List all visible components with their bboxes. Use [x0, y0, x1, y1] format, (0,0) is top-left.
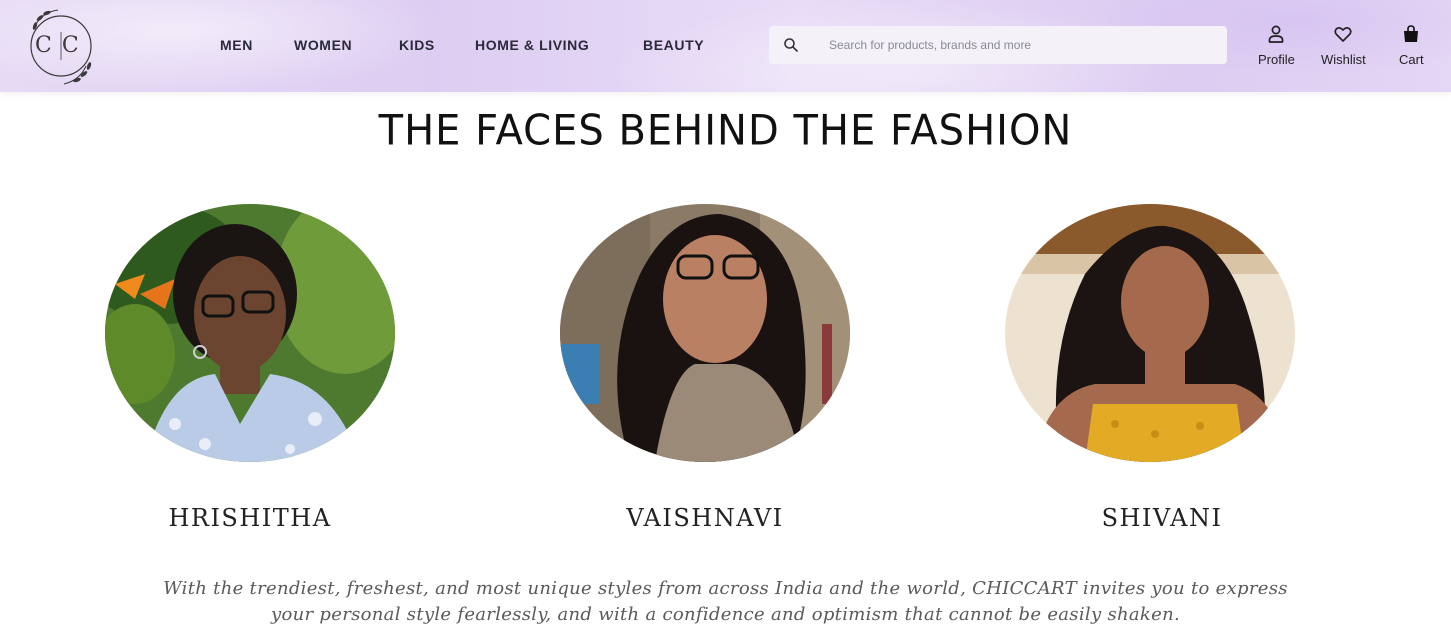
search-input[interactable]	[829, 26, 1219, 64]
brand-logo[interactable]: CC	[16, 4, 106, 88]
team-member-photo	[560, 204, 850, 462]
user-icon	[1266, 24, 1286, 49]
wishlist-button[interactable]: Wishlist	[1321, 24, 1366, 67]
team-member-card	[555, 204, 855, 462]
nav-men[interactable]: MEN	[220, 37, 253, 53]
team-member-name: VAISHNAVI	[626, 504, 784, 532]
team-member-name: SHIVANI	[1101, 504, 1223, 532]
bag-icon	[1401, 24, 1421, 49]
cart-label: Cart	[1399, 52, 1424, 67]
profile-button[interactable]: Profile	[1258, 24, 1295, 67]
page-title: THE FACES BEHIND THE FASHION	[378, 106, 1073, 156]
team-member-photo	[1005, 204, 1295, 462]
tagline-line-1: With the trendiest, freshest, and most u…	[163, 578, 1288, 599]
logo-text: CC	[35, 33, 89, 58]
profile-label: Profile	[1258, 52, 1295, 67]
team-member-card	[100, 204, 400, 462]
search-bar[interactable]	[769, 26, 1227, 64]
team-member-name: HRISHITHA	[168, 504, 332, 532]
tagline-line-2: your personal style fearlessly, and with…	[271, 604, 1180, 625]
team-member-photo	[105, 204, 395, 462]
brand-tagline: With the trendiest, freshest, and most u…	[100, 576, 1351, 628]
nav-kids[interactable]: KIDS	[399, 37, 435, 53]
site-header: CC MEN WOMEN KIDS HOME & LIVING BEAUTY P…	[0, 0, 1451, 92]
nav-home-living[interactable]: HOME & LIVING	[475, 37, 589, 53]
wishlist-label: Wishlist	[1321, 52, 1366, 67]
search-icon[interactable]	[783, 37, 799, 53]
team-member-card	[1000, 204, 1300, 462]
nav-beauty[interactable]: BEAUTY	[643, 37, 704, 53]
cart-button[interactable]: Cart	[1399, 24, 1424, 67]
heart-icon	[1333, 24, 1353, 49]
nav-women[interactable]: WOMEN	[294, 37, 352, 53]
